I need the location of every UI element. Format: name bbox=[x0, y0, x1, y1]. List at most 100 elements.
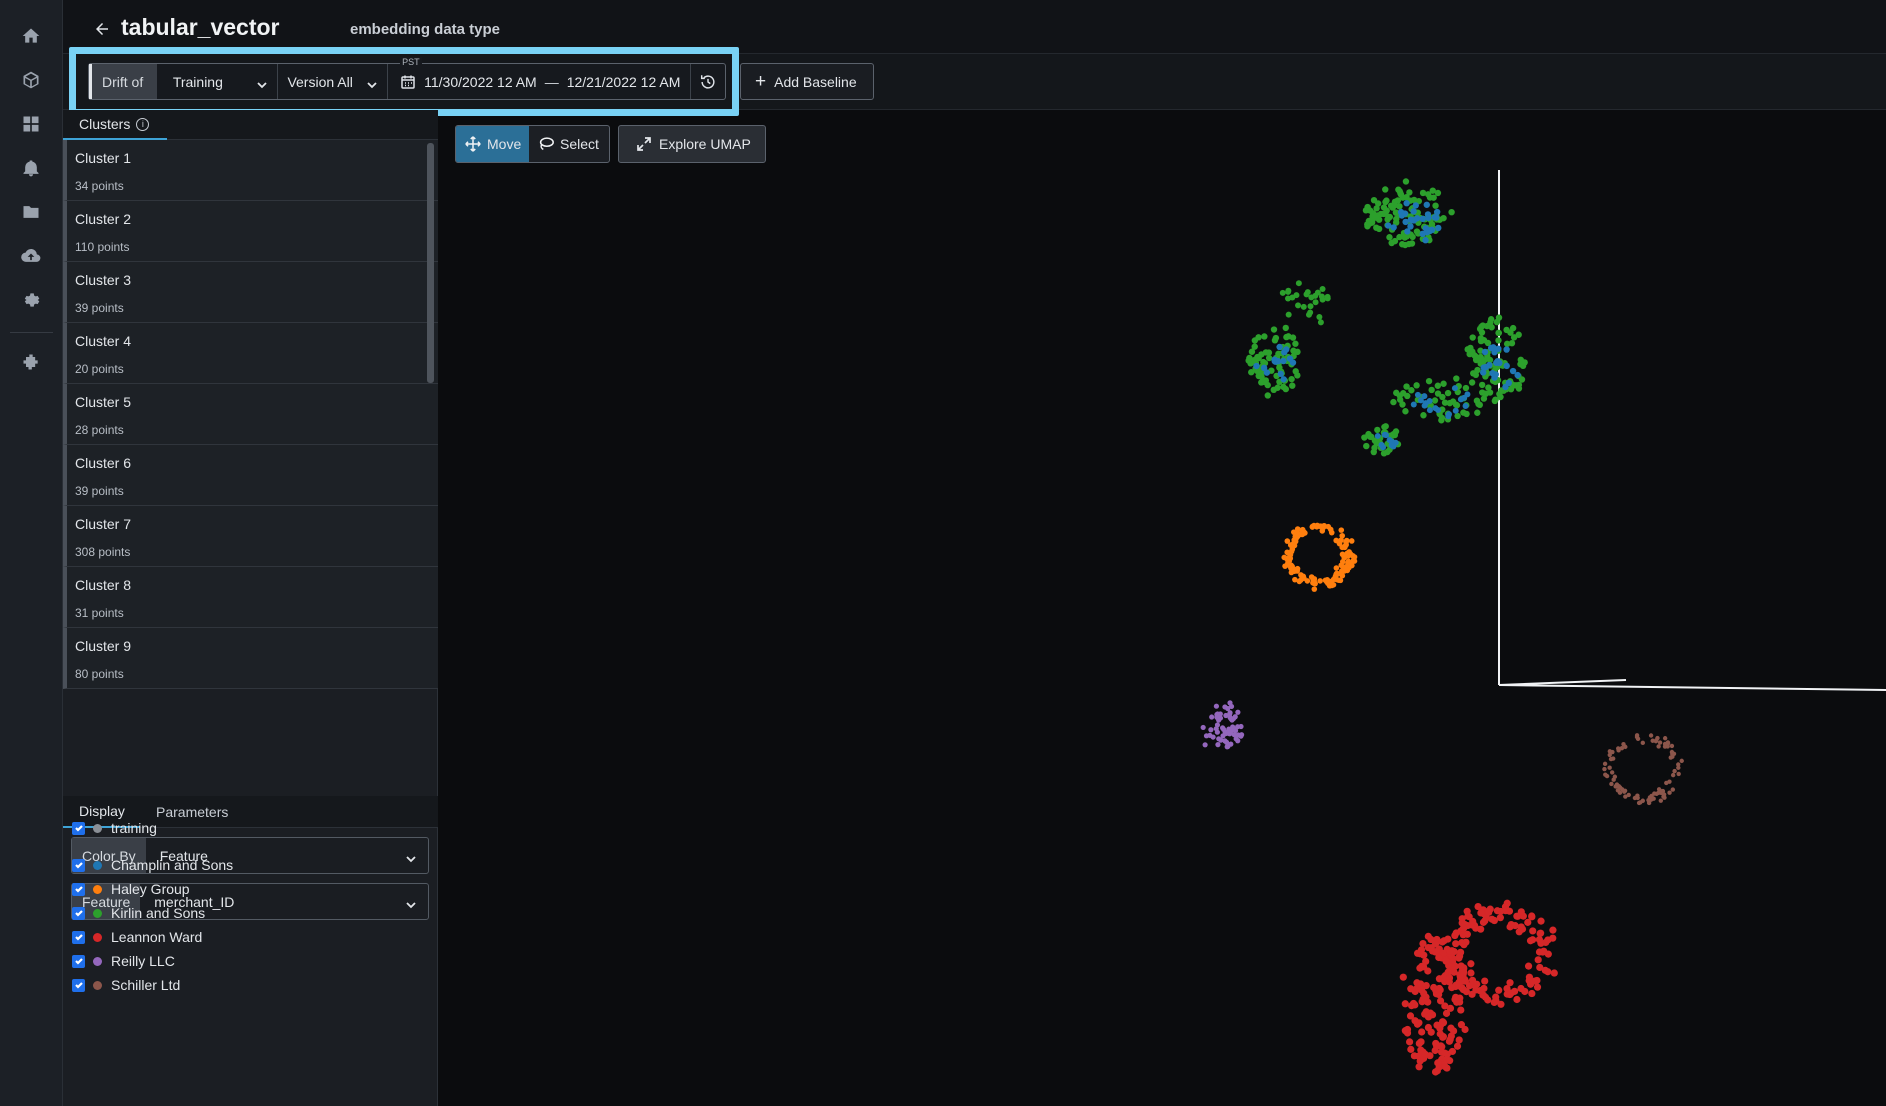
cluster-list-item[interactable]: Cluster 6 39 points bbox=[63, 445, 438, 506]
scatter-point bbox=[1408, 240, 1416, 247]
scatter-point bbox=[1419, 189, 1427, 197]
scatter-point bbox=[1422, 237, 1429, 244]
scatter-point bbox=[1375, 225, 1383, 233]
legend-checkbox[interactable] bbox=[72, 821, 85, 835]
cluster-list-item[interactable]: Cluster 2 110 points bbox=[63, 201, 438, 262]
scatter-point bbox=[1383, 197, 1390, 204]
scatter-point bbox=[1426, 398, 1433, 405]
cluster-list-scrollbar[interactable] bbox=[427, 143, 434, 383]
scatter-point bbox=[1289, 382, 1296, 389]
tab-parameters[interactable]: Parameters bbox=[156, 796, 228, 828]
rail-divider bbox=[10, 332, 53, 333]
settings-icon[interactable] bbox=[19, 288, 43, 312]
umap-scatter[interactable] bbox=[439, 110, 1886, 1106]
expand-icon bbox=[637, 137, 651, 151]
scatter-point bbox=[1219, 725, 1226, 731]
legend-label: Kirlin and Sons bbox=[111, 905, 206, 921]
explore-umap-button[interactable]: Explore UMAP bbox=[618, 125, 766, 163]
dashboard-icon[interactable] bbox=[19, 112, 43, 136]
scatter-point bbox=[1317, 319, 1324, 326]
scatter-point bbox=[1406, 189, 1413, 196]
scatter-point bbox=[1477, 909, 1485, 917]
cloud-upload-icon[interactable] bbox=[19, 244, 43, 268]
scatter-point bbox=[1492, 371, 1499, 378]
cluster-point-count: 31 points bbox=[75, 606, 124, 620]
cluster-list-item[interactable]: Cluster 9 80 points bbox=[63, 628, 438, 689]
cluster-name: Cluster 6 bbox=[75, 455, 132, 471]
scatter-point bbox=[1424, 967, 1432, 975]
select-label: Select bbox=[560, 136, 599, 152]
scatter-point bbox=[1462, 402, 1469, 409]
scatter-point bbox=[1537, 917, 1545, 925]
legend-item: Schiller Ltd bbox=[72, 976, 180, 994]
tab-clusters[interactable]: Clusters i bbox=[63, 110, 167, 140]
scatter-point bbox=[1317, 578, 1323, 584]
info-icon[interactable]: i bbox=[136, 117, 150, 131]
scatter-point bbox=[1507, 921, 1515, 929]
scatter-point bbox=[1363, 442, 1370, 450]
scatter-point bbox=[1433, 214, 1440, 221]
scatter-point bbox=[1515, 331, 1522, 338]
cluster-point-count: 110 points bbox=[75, 240, 130, 254]
scatter-point bbox=[1214, 722, 1221, 728]
legend-checkbox[interactable] bbox=[72, 858, 85, 872]
cluster-point-count: 28 points bbox=[75, 423, 124, 437]
scatter-point bbox=[1447, 1024, 1455, 1032]
scatter-point bbox=[1456, 973, 1464, 981]
cluster-list-item[interactable]: Cluster 1 34 points bbox=[63, 140, 438, 201]
scatter-point bbox=[1333, 537, 1339, 544]
integrations-icon[interactable] bbox=[19, 350, 43, 374]
scatter-point bbox=[1536, 929, 1544, 938]
select-mode-button[interactable]: Select bbox=[529, 126, 609, 162]
scatter-point bbox=[1288, 375, 1295, 383]
scatter-point bbox=[1304, 578, 1311, 584]
cluster-list-item[interactable]: Cluster 3 39 points bbox=[63, 262, 438, 323]
scatter-point bbox=[1389, 204, 1396, 211]
scatter-point bbox=[1667, 790, 1672, 795]
bell-icon[interactable] bbox=[19, 156, 43, 180]
chevron-down-icon bbox=[406, 851, 416, 867]
scatter-point bbox=[1535, 948, 1544, 956]
scatter-point bbox=[1435, 224, 1442, 232]
cluster-list-item[interactable]: Cluster 5 28 points bbox=[63, 384, 438, 445]
home-icon[interactable] bbox=[19, 24, 43, 48]
legend-checkbox[interactable] bbox=[72, 930, 85, 944]
scatter-point bbox=[1524, 962, 1533, 970]
cluster-list-item[interactable]: Cluster 8 31 points bbox=[63, 567, 438, 628]
scatter-point bbox=[1669, 743, 1675, 749]
scatter-point bbox=[1214, 729, 1220, 735]
scatter-point bbox=[1503, 899, 1511, 907]
cube-icon[interactable] bbox=[19, 68, 43, 92]
scatter-point bbox=[1384, 222, 1392, 229]
folder-icon[interactable] bbox=[19, 200, 43, 224]
legend-item: Haley Group bbox=[72, 880, 190, 898]
scatter-point bbox=[1383, 432, 1390, 439]
scatter-point bbox=[1427, 944, 1435, 952]
legend-checkbox[interactable] bbox=[72, 978, 85, 992]
scatter-point bbox=[1311, 586, 1318, 592]
cluster-point-count: 39 points bbox=[75, 484, 124, 498]
scatter-point bbox=[1290, 347, 1297, 354]
move-mode-button[interactable]: Move bbox=[456, 126, 529, 162]
scatter-point bbox=[1411, 1001, 1419, 1009]
scatter-point bbox=[1282, 563, 1288, 569]
scatter-point bbox=[1481, 348, 1489, 356]
cluster-list-item[interactable]: Cluster 7 308 points bbox=[63, 506, 438, 567]
scatter-point bbox=[1469, 334, 1476, 341]
cluster-list-item[interactable]: Cluster 4 20 points bbox=[63, 323, 438, 384]
scatter-point bbox=[1265, 354, 1273, 362]
legend-checkbox[interactable] bbox=[72, 954, 85, 968]
legend-checkbox[interactable] bbox=[72, 882, 85, 896]
legend-checkbox[interactable] bbox=[72, 906, 85, 920]
scatter-point bbox=[1393, 389, 1400, 397]
umap-plot[interactable] bbox=[439, 110, 1886, 1106]
legend-label: Reilly LLC bbox=[111, 953, 175, 969]
add-baseline-button[interactable]: + Add Baseline bbox=[740, 63, 874, 100]
back-arrow-icon[interactable] bbox=[91, 18, 113, 40]
scatter-point bbox=[1312, 299, 1319, 306]
scatter-point bbox=[1462, 384, 1470, 392]
scatter-point bbox=[1460, 409, 1467, 416]
scatter-point bbox=[1286, 355, 1294, 362]
scatter-point bbox=[1446, 1057, 1454, 1065]
scatter-point bbox=[1416, 964, 1424, 972]
